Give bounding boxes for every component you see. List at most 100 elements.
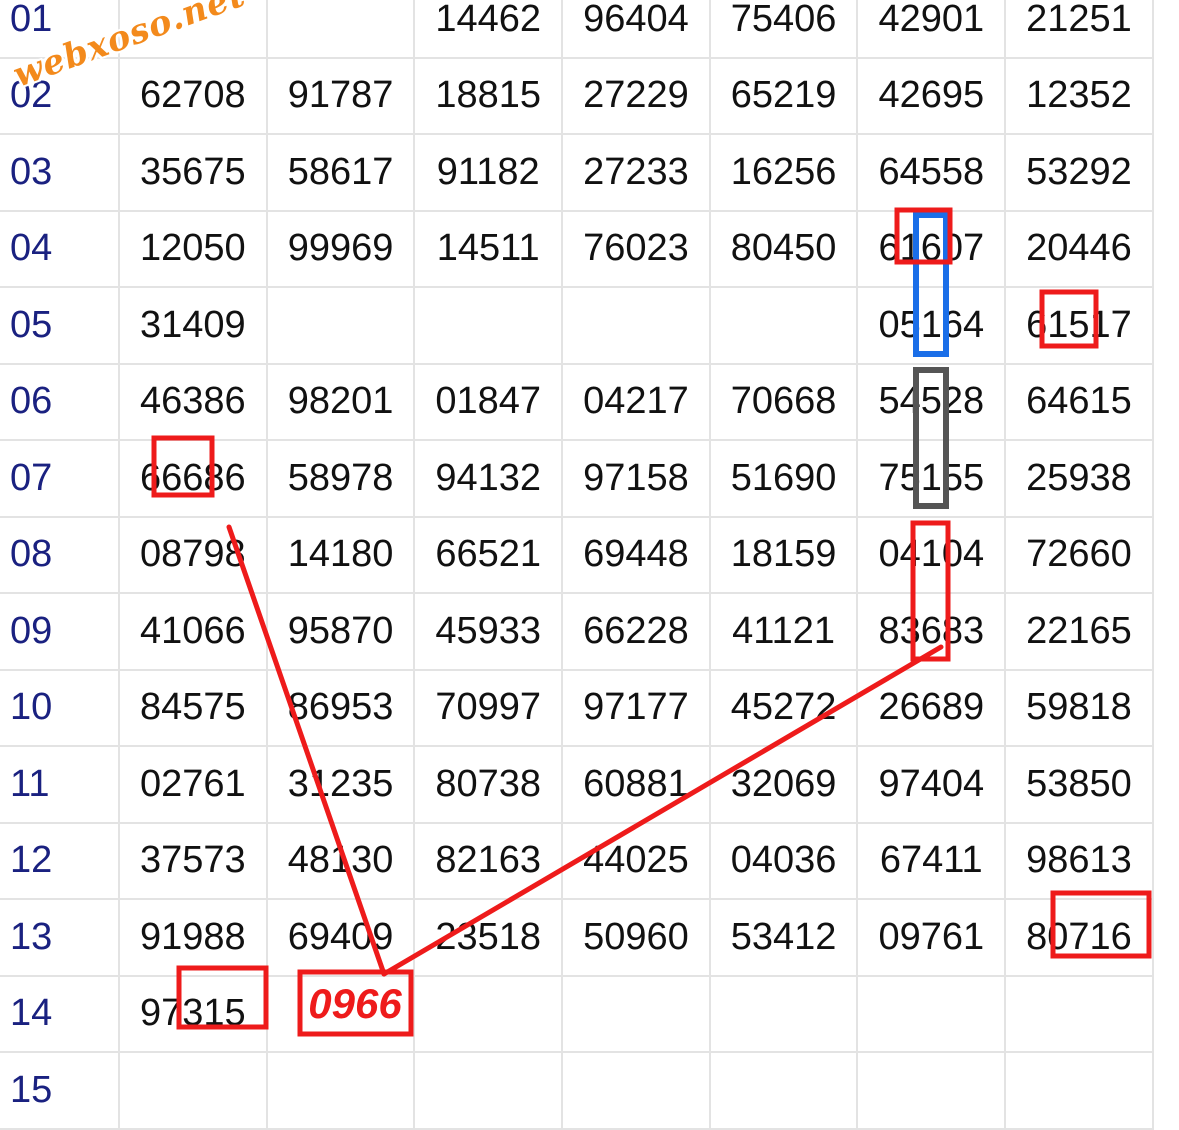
table-cell: 12352 [1004,56,1154,135]
table-cell: 98201 [265,362,416,441]
table-cell: 96404 [561,0,711,59]
table-cell: 61517 [1004,286,1154,365]
table-cell [265,1051,416,1130]
table-cell: 02761 [118,745,268,824]
table-cell [561,1051,711,1130]
table-cell: 64615 [1004,362,1154,441]
row-label: 10 [0,668,120,747]
table-cell [1004,1051,1154,1130]
table-cell: 37573 [118,821,268,900]
table-cell [118,1051,268,1130]
table-cell [413,286,564,365]
table-cell: 91182 [413,133,564,212]
table-cell: 48130 [265,821,416,900]
table-cell: 18815 [413,56,564,135]
table-row: 10 84575 86953 70997 97177 45272 26689 59818 [0,668,1154,747]
table-cell: 51690 [708,439,859,518]
table-cell: 53850 [1004,745,1154,824]
table-cell: 62708 [118,56,268,135]
table-cell [708,286,859,365]
row-label: 06 [0,362,120,441]
table-cell: 14180 [265,515,416,594]
table-row: 14 97315 [0,974,1154,1053]
table-cell: 83683 [856,592,1007,671]
table-cell: 69409 [265,898,416,977]
table-cell: 67411 [856,821,1007,900]
row-label: 03 [0,133,120,212]
table-cell: 66521 [413,515,564,594]
table-cell: 69448 [561,515,711,594]
table-cell: 41066 [118,592,268,671]
table-cell [265,0,416,59]
row-label: 09 [0,592,120,671]
table-cell: 04217 [561,362,711,441]
table-cell: 98613 [1004,821,1154,900]
table-cell: 53292 [1004,133,1154,212]
table-row: 07 66686 58978 94132 97158 51690 75155 25938 [0,439,1154,518]
row-label: 14 [0,974,120,1053]
table-cell: 46386 [118,362,268,441]
table-cell: 75155 [856,439,1007,518]
table-cell: 60881 [561,745,711,824]
table-cell: 84575 [118,668,268,747]
table-cell: 80716 [1004,898,1154,977]
table-cell: 54528 [856,362,1007,441]
table-cell: 58617 [265,133,416,212]
table-cell: 58978 [265,439,416,518]
table-cell: 65219 [708,56,859,135]
row-label: 13 [0,898,120,977]
table-cell: 91988 [118,898,268,977]
table-cell [561,286,711,365]
table-cell: 42695 [856,56,1007,135]
table-cell: 12050 [118,209,268,288]
table-cell: 97177 [561,668,711,747]
table-cell: 35675 [118,133,268,212]
table-cell: 27233 [561,133,711,212]
results-grid: 01 14462 96404 75406 42901 21251 02 62708 91787 1… [0,0,1179,1130]
table-cell: 20446 [1004,209,1154,288]
table-cell: 41121 [708,592,859,671]
table-cell [856,1051,1007,1130]
table-row: 09 41066 95870 45933 66228 41121 83683 22165 [0,592,1154,671]
table-cell: 25938 [1004,439,1154,518]
table-cell: 99969 [265,209,416,288]
row-label: 11 [0,745,120,824]
table-cell [708,1051,859,1130]
table-row: 15 [0,1051,1154,1130]
table-row: 11 02761 31235 80738 60881 32069 97404 53850 [0,745,1154,824]
table-cell [265,974,416,1053]
table-cell: 95870 [265,592,416,671]
row-label: 12 [0,821,120,900]
table-cell: 97315 [118,974,268,1053]
table-cell: 94132 [413,439,564,518]
table-cell: 05164 [856,286,1007,365]
table-cell [265,286,416,365]
table-row: 02 62708 91787 18815 27229 65219 42695 12352 [0,56,1154,135]
table-cell [413,1051,564,1130]
table-row: 12 37573 48130 82163 44025 04036 67411 98613 [0,821,1154,900]
table-cell: 64558 [856,133,1007,212]
table-cell: 27229 [561,56,711,135]
table-cell: 44025 [561,821,711,900]
table-cell [561,974,711,1053]
table-cell: 80738 [413,745,564,824]
table-cell: 21251 [1004,0,1154,59]
table-row: 04 12050 99969 14511 76023 80450 61607 20446 [0,209,1154,288]
table-cell: 08798 [118,515,268,594]
table-cell [1004,974,1154,1053]
table-cell: 59818 [1004,668,1154,747]
table-cell: 91787 [265,56,416,135]
table-row: 13 91988 69409 23518 50960 53412 09761 80716 [0,898,1154,977]
table-cell [413,974,564,1053]
table-row: 03 35675 58617 91182 27233 16256 64558 53292 [0,133,1154,212]
table-cell: 14462 [413,0,564,59]
table-row: 05 31409 05164 61517 [0,286,1154,365]
table-cell: 66686 [118,439,268,518]
table-cell: 01847 [413,362,564,441]
table-cell: 16256 [708,133,859,212]
table-cell: 75406 [708,0,859,59]
row-label: 05 [0,286,120,365]
table-cell: 23518 [413,898,564,977]
table-cell: 70668 [708,362,859,441]
table-cell: 53412 [708,898,859,977]
